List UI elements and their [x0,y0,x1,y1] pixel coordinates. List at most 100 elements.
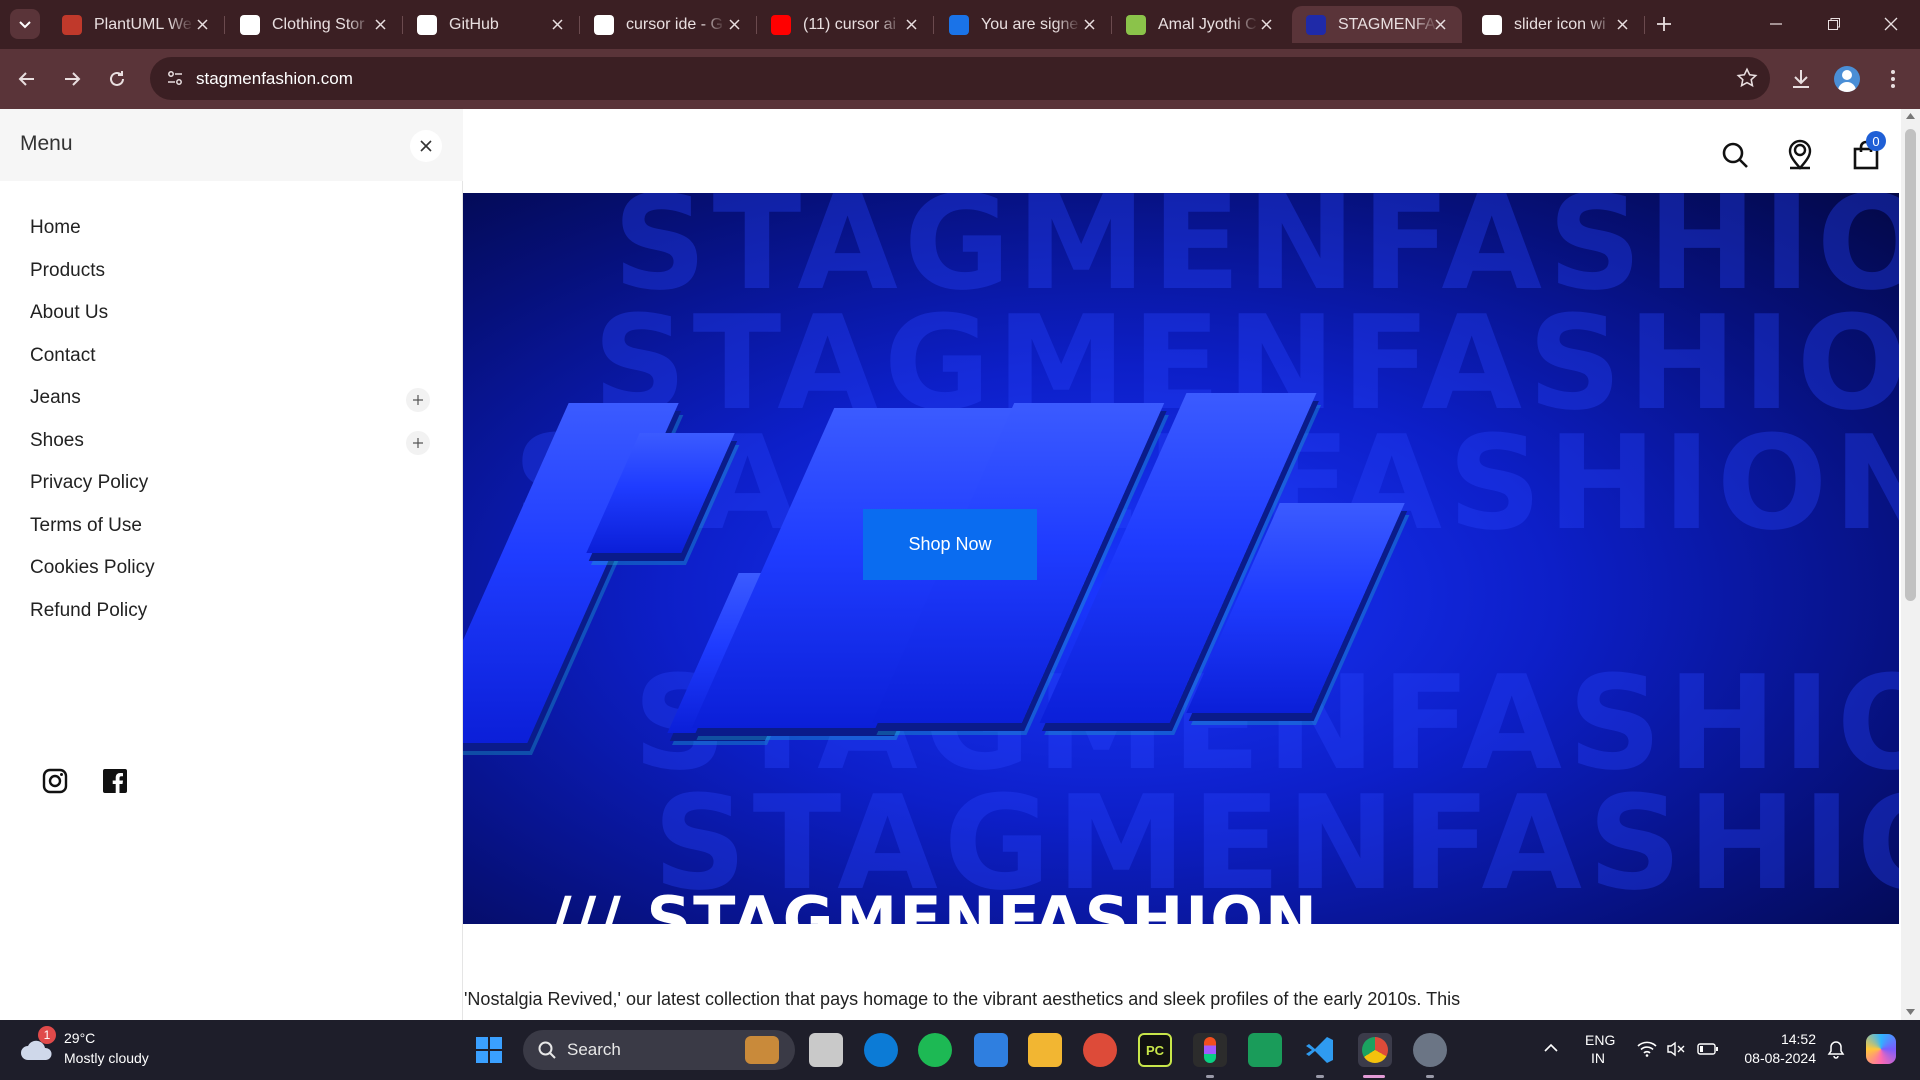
vscode-app[interactable] [1303,1033,1337,1067]
wifi-icon[interactable] [1637,1041,1657,1062]
tray-overflow-button[interactable] [1543,1040,1559,1058]
tab-close-button[interactable] [1430,14,1450,34]
browser-tab[interactable]: slider icon wi [1468,6,1645,43]
download-icon [1793,70,1809,88]
close-window-button[interactable] [1867,6,1915,42]
browser-tab[interactable]: (11) cursor ai [757,6,934,43]
figma-app[interactable] [1193,1033,1227,1067]
browser-tab[interactable]: GitHub [403,6,580,43]
clock[interactable]: 14:52 08-08-2024 [1738,1031,1816,1066]
scroll-thumb[interactable] [1905,129,1916,601]
meet-app[interactable] [1248,1033,1282,1067]
search-icon [1722,142,1748,168]
notification-bell-icon[interactable] [1826,1040,1846,1065]
tab-close-button[interactable] [192,14,212,34]
edge-app[interactable] [864,1033,898,1067]
menu-item[interactable]: Cookies Policy [30,557,155,579]
restore-button[interactable] [1810,6,1858,42]
tab-favicon-icon [1306,14,1326,35]
menu-item[interactable]: Home [30,217,81,239]
tab-close-button[interactable] [547,14,567,34]
address-bar[interactable]: stagmenfashion.com [150,57,1770,100]
tab-close-button[interactable] [1256,14,1276,34]
task-view-button[interactable] [809,1033,843,1067]
cart-button[interactable]: 0 [1846,131,1886,175]
spotify-app[interactable] [918,1033,952,1067]
windows-taskbar: 1 29°C Mostly cloudy Search PC ENG IN 14… [0,1020,1920,1080]
menu-item[interactable]: Shoes [30,430,84,452]
menu-expand-button[interactable] [406,430,430,455]
browser-menu-button[interactable] [1876,62,1910,96]
menu-item[interactable]: Jeans [30,387,81,409]
pycharm-icon: PC [1145,1042,1165,1058]
language-indicator[interactable]: ENG IN [1585,1032,1615,1066]
mail-app[interactable] [974,1033,1008,1067]
web-page: 0 STAGMENFASHIONSTAGMENFASHIONSTAGMENFAS… [0,109,1920,1020]
menu-item[interactable]: Privacy Policy [30,472,148,494]
facebook-link[interactable] [100,766,130,796]
tab-close-button[interactable] [1079,14,1099,34]
hero-brand-text: /// STAGMENFASHION [549,883,1319,924]
reload-button[interactable] [100,62,134,96]
browser-tab[interactable]: Amal Jyothi C [1112,6,1288,43]
tab-search-button[interactable] [10,9,40,39]
volume-muted-icon[interactable] [1666,1041,1686,1062]
battery-icon[interactable] [1697,1042,1719,1061]
tab-close-button[interactable] [901,14,921,34]
close-icon [1260,18,1272,30]
forward-button[interactable] [55,62,89,96]
profile-button[interactable] [1830,62,1864,96]
close-icon [420,140,432,152]
pycharm-app[interactable]: PC [1138,1033,1172,1067]
copilot-icon[interactable] [1866,1034,1896,1064]
tab-favicon-icon [1482,14,1502,35]
close-icon [1616,18,1628,30]
back-button[interactable] [10,62,44,96]
site-info-button[interactable] [160,63,190,93]
tab-close-button[interactable] [1612,14,1632,34]
arrow-left-icon [18,72,34,86]
browser-tab[interactable]: cursor ide - G [580,6,757,43]
page-scrollbar[interactable] [1901,109,1920,1020]
search-button[interactable] [1715,135,1755,175]
settings-app[interactable] [1413,1033,1447,1067]
file-explorer-app[interactable] [1028,1033,1062,1067]
browser-tab[interactable]: Clothing Stor [226,6,403,43]
chrome-active-app[interactable] [1358,1033,1392,1067]
bookmark-star-button[interactable] [1736,67,1758,94]
store-locator-button[interactable] [1780,135,1820,175]
close-icon [905,18,917,30]
chevron-up-icon [1544,1043,1558,1052]
menu-expand-button[interactable] [406,388,430,412]
menu-item[interactable]: Products [30,260,105,282]
tab-favicon-icon [417,14,437,35]
tab-close-button[interactable] [370,14,390,34]
tab-title: (11) cursor ai [803,15,897,33]
start-button[interactable] [472,1033,506,1067]
chrome-app[interactable] [1083,1033,1117,1067]
minimize-button[interactable] [1752,6,1800,42]
url-text[interactable]: stagmenfashion.com [196,69,353,89]
menu-item[interactable]: Refund Policy [30,600,147,622]
downloads-button[interactable] [1784,62,1818,96]
menu-item[interactable]: Terms of Use [30,515,142,537]
shop-now-button[interactable]: Shop Now [863,509,1037,580]
menu-item[interactable]: Contact [30,345,95,367]
menu-item[interactable]: About Us [30,302,108,324]
plus-icon [413,395,423,405]
new-tab-button[interactable] [1650,10,1678,38]
tab-separator [224,16,225,34]
tab-title: GitHub [449,15,499,33]
windows-logo-icon [476,1037,502,1063]
search-icon [538,1041,556,1059]
browser-tab[interactable]: STAGMENFAS [1292,6,1462,43]
menu-close-button[interactable] [410,130,442,162]
instagram-link[interactable] [40,766,70,796]
browser-tab[interactable]: PlantUML We [48,6,225,43]
chrome-icon [1362,1037,1388,1063]
tab-favicon-icon [240,14,260,35]
tab-close-button[interactable] [724,14,744,34]
figma-icon [1204,1037,1216,1063]
taskbar-search[interactable]: Search [523,1030,795,1070]
browser-tab[interactable]: You are signe [935,6,1112,43]
